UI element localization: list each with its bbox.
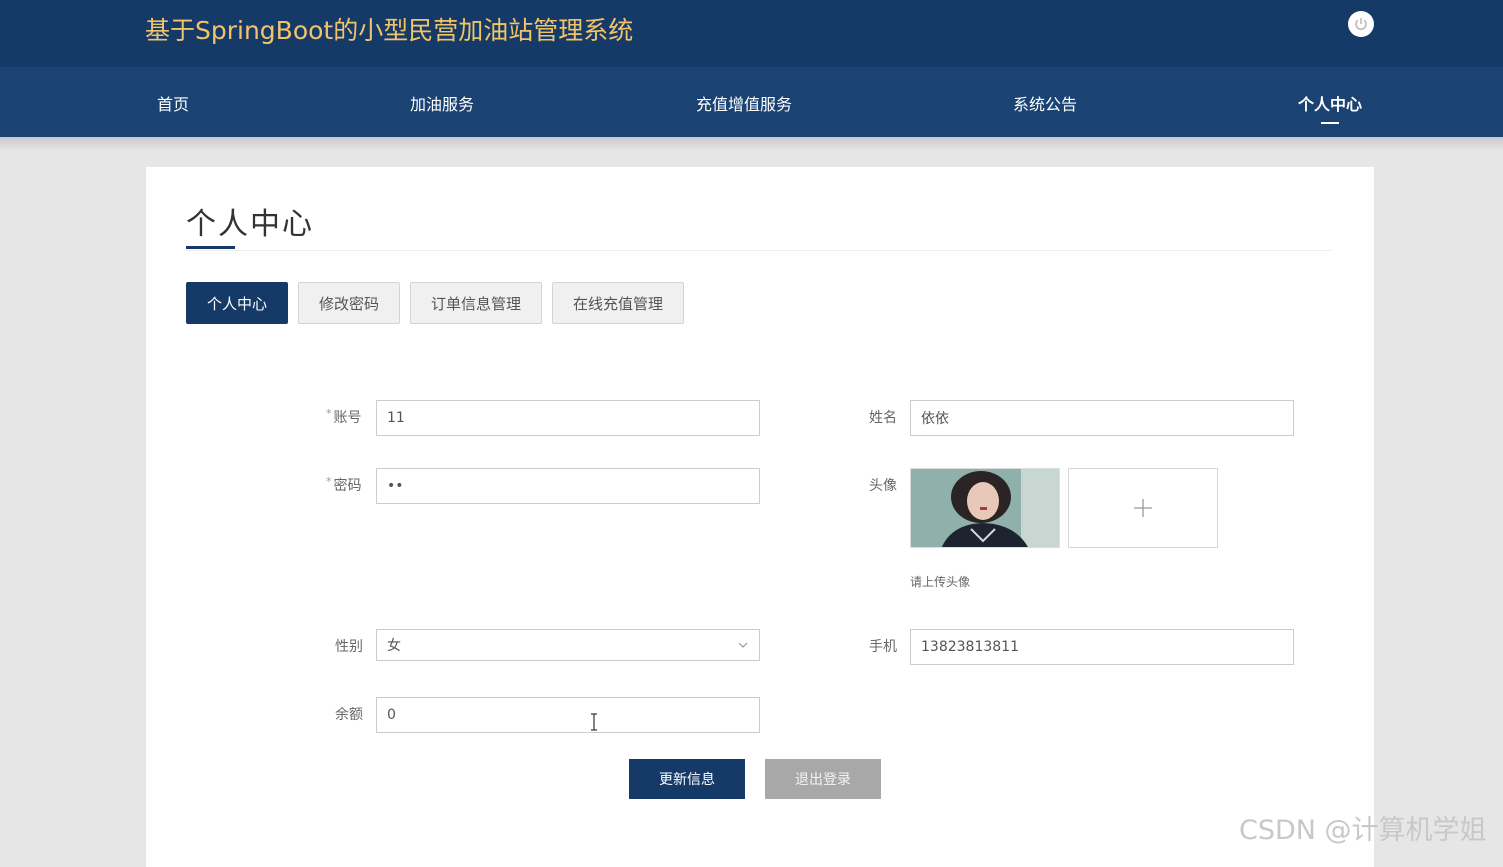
account-field[interactable] [376, 400, 760, 436]
avatar-label: 头像 [869, 478, 897, 494]
tab-order-management[interactable]: 订单信息管理 [410, 282, 542, 324]
nav-item-refuel-service[interactable]: 加油服务 [410, 91, 474, 115]
gender-select[interactable]: 女 [376, 629, 760, 661]
avatar-image[interactable] [910, 468, 1060, 548]
required-mark: * [326, 475, 332, 488]
password-label-text: 密码 [333, 478, 362, 494]
nav-item-personal-center[interactable]: 个人中心 [1298, 91, 1362, 115]
page-title: 个人中心 [186, 207, 314, 242]
balance-label: 余额 [335, 707, 363, 723]
avatar-upload-tip: 请上传头像 [910, 575, 971, 589]
power-button[interactable] [1348, 11, 1374, 37]
tab-change-password[interactable]: 修改密码 [298, 282, 400, 324]
nav-item-announcements[interactable]: 系统公告 [1013, 91, 1077, 115]
watermark: CSDN @计算机学姐 [1239, 815, 1487, 846]
content-card: 个人中心 个人中心 修改密码 订单信息管理 在线充值管理 *账号 *密码 性别 … [146, 167, 1374, 867]
app-title: 基于SpringBoot的小型民营加油站管理系统 [145, 16, 634, 45]
phone-label: 手机 [869, 639, 897, 655]
avatar-upload-button[interactable] [1068, 468, 1218, 548]
chevron-down-icon [738, 642, 748, 648]
name-field[interactable] [910, 400, 1294, 436]
required-mark: * [326, 407, 332, 420]
avatar-photo [911, 469, 1059, 547]
account-label-text: 账号 [333, 410, 362, 426]
nav-shadow [0, 137, 1503, 151]
text-cursor-icon [591, 713, 597, 731]
logout-button[interactable]: 退出登录 [765, 759, 881, 799]
gender-select-value: 女 [387, 638, 401, 654]
power-icon [1355, 18, 1367, 30]
plus-icon [1134, 499, 1152, 517]
nav-active-indicator [1321, 122, 1339, 124]
password-field[interactable] [376, 468, 760, 504]
name-label: 姓名 [869, 410, 897, 426]
balance-field[interactable] [376, 697, 760, 733]
nav-item-home[interactable]: 首页 [157, 91, 189, 115]
nav-item-recharge-service[interactable]: 充值增值服务 [696, 91, 792, 115]
update-info-button[interactable]: 更新信息 [629, 759, 745, 799]
title-divider [186, 250, 1332, 251]
account-label: * 账号 [326, 407, 362, 427]
gender-label: 性别 [335, 639, 363, 655]
phone-field[interactable] [910, 629, 1294, 665]
title-underline [186, 246, 235, 249]
tab-personal-center[interactable]: 个人中心 [186, 282, 288, 324]
password-label: * 密码 [326, 475, 362, 495]
top-bar: 基于SpringBoot的小型民营加油站管理系统 [0, 0, 1503, 67]
tab-recharge-management[interactable]: 在线充值管理 [552, 282, 684, 324]
main-nav: 首页 加油服务 充值增值服务 系统公告 个人中心 [0, 67, 1503, 137]
